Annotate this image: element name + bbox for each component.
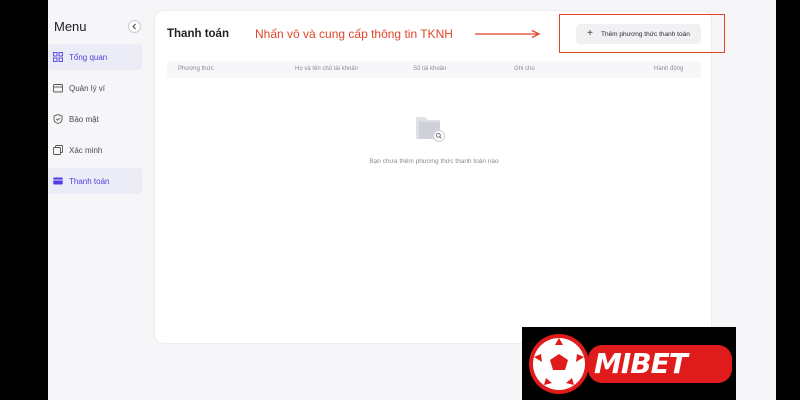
column-header: Họ và tên chủ tài khoản (295, 66, 359, 72)
payment-card: Thanh toán Nhấn vô và cung cấp thông tin… (154, 10, 725, 344)
sidebar-item-label: Bảo mật (69, 114, 99, 124)
annotation-text: Nhấn vô và cung cấp thông tin TKNH (255, 27, 453, 41)
column-header: Số tài khoản (413, 66, 447, 72)
empty-state-message: Bạn chưa thêm phương thức thanh toán nào (369, 158, 499, 165)
sidebar-item-label: Tổng quan (69, 52, 108, 62)
card-icon (53, 176, 63, 186)
page-title: Thanh toán (167, 28, 229, 40)
annotation-arrow-icon (475, 29, 541, 39)
empty-folder-icon (416, 117, 445, 142)
menu-title: Menu (54, 19, 87, 34)
mibet-logo: MIBET (522, 327, 736, 400)
column-header: Ghi chú (514, 66, 535, 72)
table-header: Phương thức Họ và tên chủ tài khoản Số t… (167, 61, 701, 78)
sidebar-item-label: Xác minh (69, 145, 103, 155)
collapse-sidebar-button[interactable] (128, 20, 141, 33)
chevron-left-icon (132, 23, 136, 30)
sidebar-item-xac-minh[interactable]: Xác minh (48, 137, 142, 163)
sidebar-item-tong-quan[interactable]: Tổng quan (48, 44, 142, 70)
shield-icon (53, 114, 63, 124)
grid-icon (53, 52, 63, 62)
sidebar: Menu Tổng quan Quản lý ví Bảo mật Xác mi… (48, 0, 148, 400)
sidebar-item-bao-mat[interactable]: Bảo mật (48, 106, 142, 132)
sidebar-item-label: Thanh toán (69, 176, 110, 186)
column-header: Hành động (654, 66, 684, 72)
add-payment-method-label: Thêm phương thức thanh toán (600, 30, 690, 38)
column-header: Phương thức (178, 66, 214, 72)
logo-text: MIBET (594, 347, 688, 380)
documents-icon (53, 145, 63, 155)
wallet-icon (53, 83, 63, 93)
sidebar-item-thanh-toan[interactable]: Thanh toán (48, 168, 142, 194)
sidebar-nav: Tổng quan Quản lý ví Bảo mật Xác minh Th… (48, 44, 142, 199)
add-payment-method-button[interactable]: + Thêm phương thức thanh toán (576, 24, 701, 44)
plus-icon: + (587, 28, 593, 39)
sidebar-item-quan-ly-vi[interactable]: Quản lý ví (48, 75, 142, 101)
sidebar-item-label: Quản lý ví (69, 83, 106, 93)
